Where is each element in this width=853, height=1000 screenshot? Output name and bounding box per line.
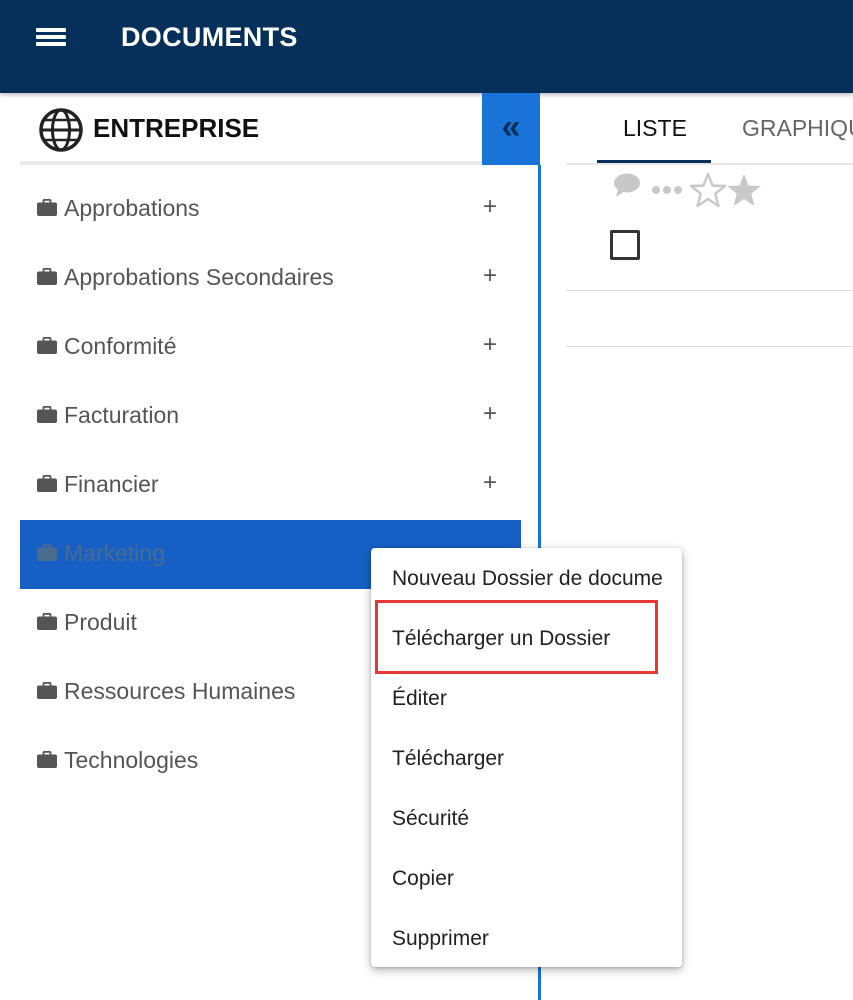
expand-plus-icon[interactable]: + [483, 400, 497, 428]
star-solid-icon[interactable] [725, 172, 763, 208]
hamburger-menu-icon[interactable] [30, 20, 72, 54]
star-outline-icon[interactable] [689, 172, 727, 208]
select-all-checkbox[interactable] [610, 230, 640, 260]
tree-item-label: Approbations Secondaires [64, 264, 334, 290]
more-dots-icon[interactable] [651, 185, 687, 195]
briefcase-icon [37, 268, 57, 285]
tree-item-label: Marketing [64, 540, 165, 566]
briefcase-icon [37, 751, 57, 768]
menu-item-nouveau-dossier[interactable]: Nouveau Dossier de docume [392, 567, 663, 591]
menu-item-copier[interactable]: Copier [392, 867, 454, 891]
menu-item-supprimer[interactable]: Supprimer [392, 927, 489, 951]
expand-plus-icon[interactable]: + [483, 262, 497, 290]
app-title: DOCUMENTS [121, 22, 298, 52]
menu-item-securite[interactable]: Sécurité [392, 807, 469, 831]
expand-plus-icon[interactable]: + [483, 193, 497, 221]
briefcase-icon [37, 682, 57, 699]
expand-plus-icon[interactable]: + [483, 331, 497, 359]
briefcase-icon [37, 544, 57, 561]
app-bar: DOCUMENTS [0, 0, 853, 93]
briefcase-icon [37, 475, 57, 492]
menu-item-telecharger-dossier[interactable]: Télécharger un Dossier [392, 627, 610, 651]
tree-item-label: Conformité [64, 333, 177, 359]
tree-item-label: Produit [64, 609, 137, 635]
tree-item-approbations-secondaires[interactable]: Approbations Secondaires + [20, 244, 521, 313]
row-divider [566, 346, 853, 347]
document-toolbar [613, 172, 773, 212]
briefcase-icon [37, 406, 57, 423]
tree-item-label: Ressources Humaines [64, 678, 296, 704]
tree-item-label: Financier [64, 471, 159, 497]
panel-header: ENTREPRISE [20, 93, 540, 165]
panel-title: ENTREPRISE [93, 113, 260, 143]
globe-icon [39, 108, 83, 152]
tree-item-label: Approbations [64, 195, 200, 221]
collapse-panel-button[interactable]: « [482, 93, 540, 165]
menu-item-telecharger[interactable]: Télécharger [392, 747, 504, 771]
view-tabs: LISTE GRAPHIQU [566, 93, 853, 165]
tree-item-approbations[interactable]: Approbations + [20, 175, 521, 244]
chat-bubble-icon[interactable] [613, 172, 641, 198]
tree-item-label: Facturation [64, 402, 180, 428]
tree-item-conformite[interactable]: Conformité + [20, 313, 521, 382]
menu-item-editer[interactable]: Éditer [392, 687, 447, 711]
row-divider [566, 290, 853, 291]
expand-plus-icon[interactable]: + [483, 469, 497, 497]
tree-item-label: Technologies [64, 747, 199, 773]
tree-item-financier[interactable]: Financier + [20, 451, 521, 520]
panel-header-divider [20, 161, 482, 165]
briefcase-icon [37, 613, 57, 630]
tab-liste[interactable]: LISTE [623, 115, 687, 142]
briefcase-icon [37, 199, 57, 216]
tree-item-facturation[interactable]: Facturation + [20, 382, 521, 451]
context-menu: Nouveau Dossier de docume Télécharger un… [371, 548, 682, 967]
tab-graphique[interactable]: GRAPHIQU [742, 115, 853, 142]
briefcase-icon [37, 337, 57, 354]
tabs-divider [566, 163, 853, 165]
